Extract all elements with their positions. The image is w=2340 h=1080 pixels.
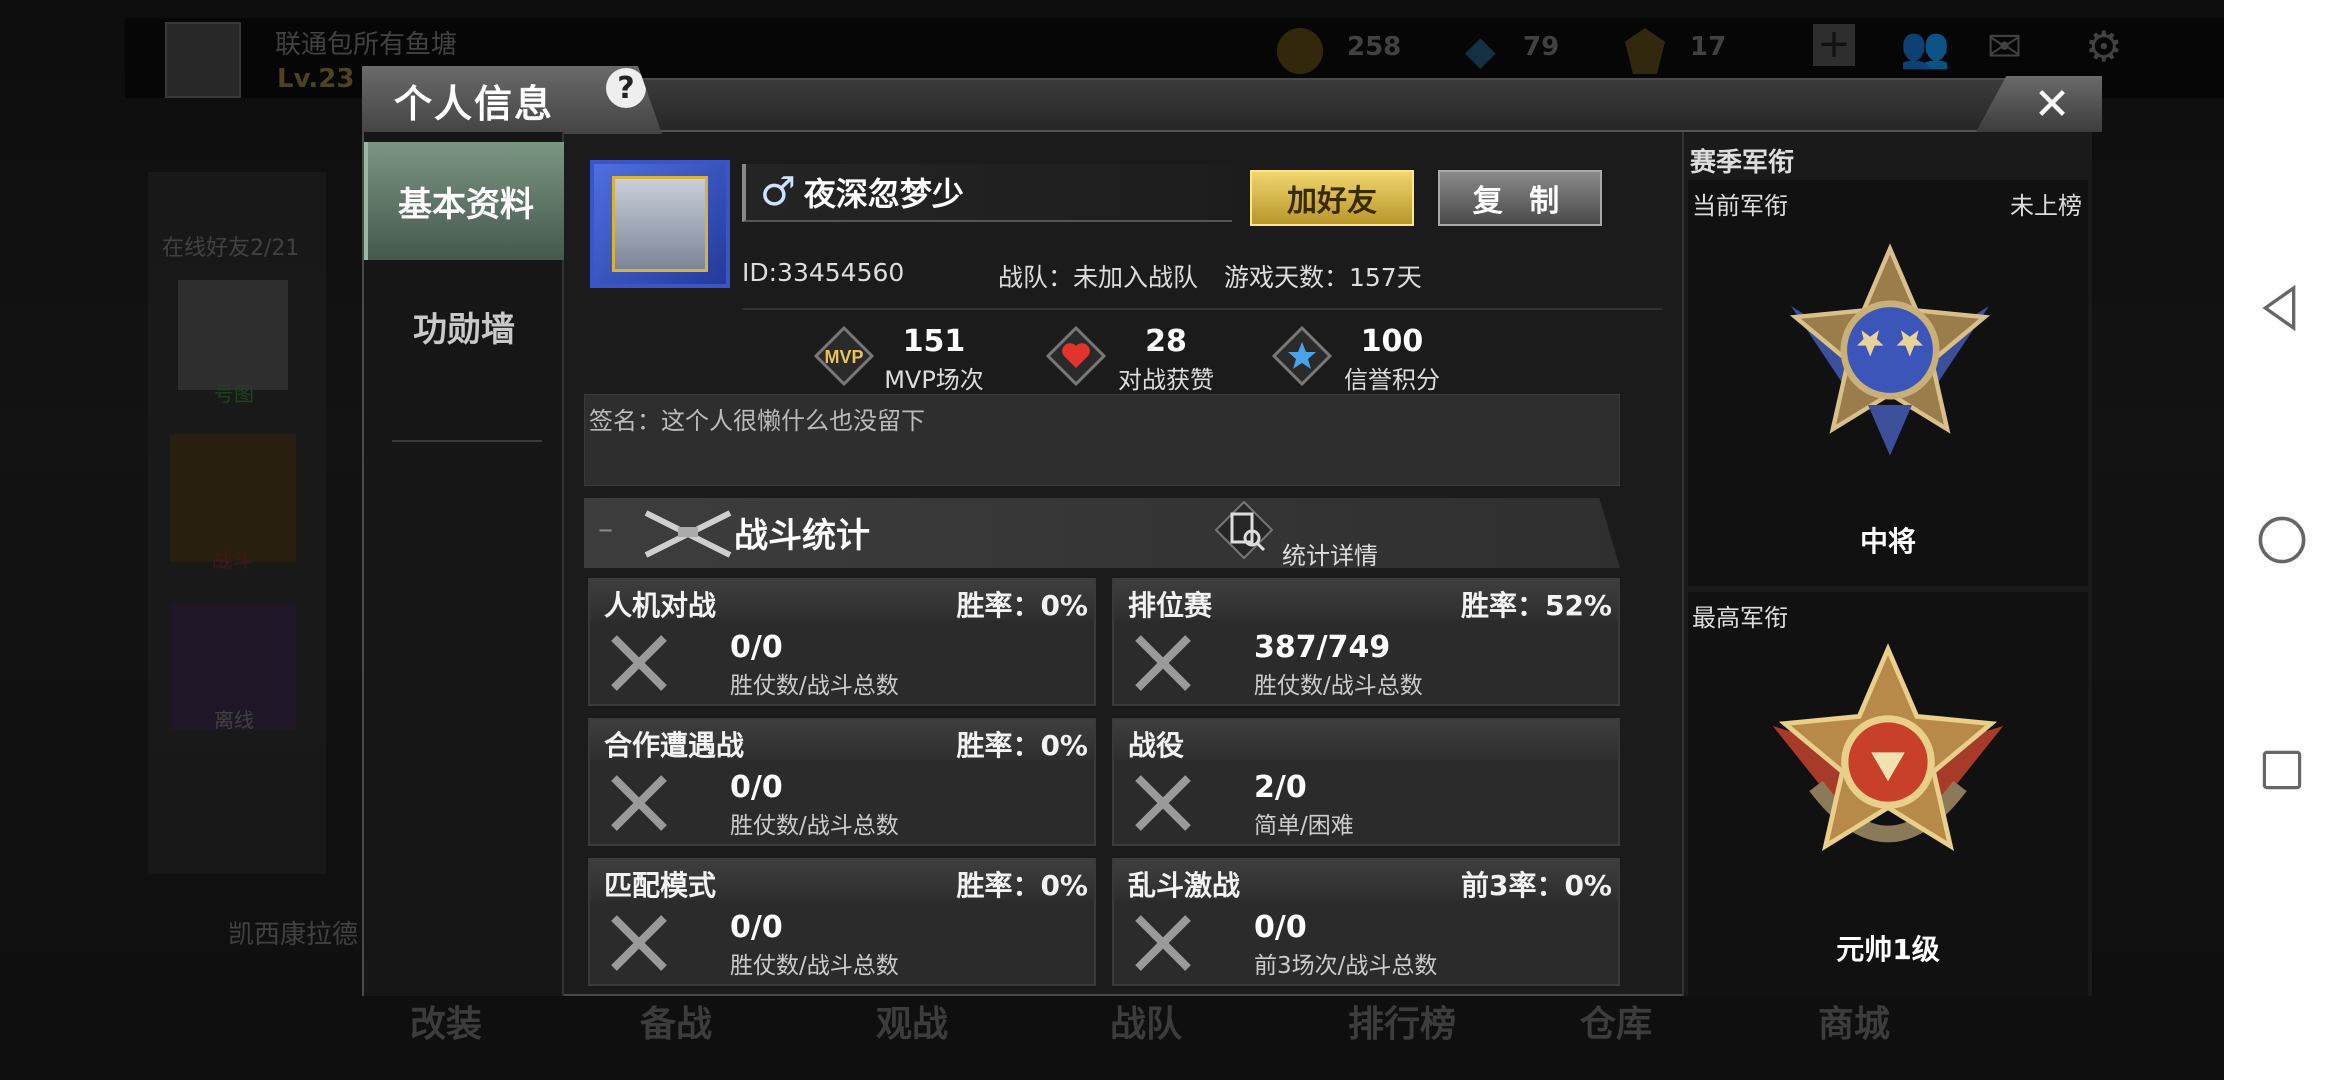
- signature-box: 签名：这个人很懒什么也没留下: [584, 394, 1620, 486]
- mode-card-ranked[interactable]: 排位赛 胜率：52% 387/749 胜仗数/战斗总数: [1112, 578, 1620, 706]
- mode-value: 387/749: [1254, 630, 1391, 665]
- mode-name: 匹配模式: [604, 869, 717, 902]
- mode-value: 0/0: [730, 630, 783, 665]
- mode-value-label: 胜仗数/战斗总数: [1254, 673, 1423, 699]
- back-triangle-icon: [2262, 284, 2296, 332]
- player-id: ID:33454560: [742, 258, 905, 287]
- mvp-stat: MVP 151 MVP场次: [812, 320, 1032, 394]
- info-divider: [742, 308, 1662, 310]
- home-button[interactable]: [2252, 510, 2312, 570]
- sidebar: 基本资料 功勋墙: [364, 132, 564, 996]
- recents-square-icon: [2262, 750, 2302, 790]
- mode-card-pve[interactable]: 人机对战 胜率：0% 0/0 胜仗数/战斗总数: [588, 578, 1096, 706]
- close-icon: ✕: [2033, 78, 2071, 130]
- team-info: 战队：未加入战队: [998, 263, 1199, 292]
- play-days: 游戏天数：157天: [1224, 263, 1422, 292]
- game-screen: 联通包所有鱼塘 Lv.23 258 ◆ 79 17 + 👥 ✉ ⚙ 在线好友2/…: [0, 0, 2224, 1080]
- mode-value-label: 胜仗数/战斗总数: [730, 953, 899, 979]
- likes-label: 对战获赞: [1118, 366, 1214, 394]
- marshal-badge-icon: [1772, 643, 2004, 852]
- mode-value: 0/0: [1254, 910, 1307, 945]
- heart-icon: [1045, 325, 1107, 387]
- highest-rank-box: 最高军衔 元帅1级: [1688, 592, 2088, 996]
- help-button[interactable]: ?: [606, 68, 646, 108]
- mode-name: 战役: [1128, 729, 1185, 762]
- mvp-count: 151: [902, 324, 966, 359]
- mode-value-label: 胜仗数/战斗总数: [730, 673, 899, 699]
- current-rank-box: 当前军衔 未上榜 中将: [1688, 180, 2088, 586]
- dialog-title-tab: 个人信息 ?: [362, 66, 662, 134]
- svg-text:MVP: MVP: [824, 347, 863, 367]
- rank-panel: 赛季军衔 当前军衔 未上榜 中将 最高军衔 元帅1级: [1682, 132, 2092, 996]
- crossed-swords-icon: [1135, 915, 1191, 971]
- top3-rate: 前3率：0%: [1460, 869, 1612, 902]
- rifles-icon: [644, 510, 732, 558]
- likes-count: 28: [1145, 324, 1187, 359]
- crossed-swords-icon: [611, 775, 667, 831]
- crossed-swords-icon: [611, 915, 667, 971]
- mode-name: 排位赛: [1128, 589, 1213, 622]
- mode-value: 0/0: [730, 770, 783, 805]
- profile-name: 夜深忽梦少: [803, 175, 964, 213]
- win-rate: 胜率：0%: [956, 589, 1088, 622]
- mode-value-label: 简单/困难: [1254, 813, 1354, 839]
- credit-stat: 100 信誉积分: [1270, 320, 1490, 394]
- credit-score: 100: [1360, 324, 1424, 359]
- tab-basic-info[interactable]: 基本资料: [364, 142, 564, 260]
- mode-card-brawl[interactable]: 乱斗激战 前3率：0% 0/0 前3场次/战斗总数: [1112, 858, 1620, 986]
- crossed-swords-icon: [1135, 775, 1191, 831]
- home-circle-icon: [2258, 516, 2306, 564]
- signature-text: 签名：这个人很懒什么也没留下: [589, 407, 925, 435]
- card-header: [1114, 720, 1618, 760]
- mvp-icon: MVP: [813, 325, 875, 387]
- mode-value: 0/0: [730, 910, 783, 945]
- male-icon: ♂: [760, 169, 796, 215]
- battle-stats-header: – 战斗统计 统计详情: [584, 498, 1620, 568]
- win-rate: 胜率：52%: [1460, 589, 1612, 622]
- mvp-label: MVP场次: [884, 366, 984, 394]
- win-rate: 胜率：0%: [956, 869, 1088, 902]
- mode-name: 乱斗激战: [1128, 869, 1241, 902]
- copy-button[interactable]: 复 制: [1438, 170, 1602, 226]
- season-rank-title: 赛季军衔: [1690, 148, 1795, 178]
- mode-value: 2/0: [1254, 770, 1307, 805]
- stats-detail-label: 统计详情: [1282, 542, 1378, 570]
- current-rank-status: 未上榜: [2010, 192, 2082, 220]
- star-icon: [1271, 325, 1333, 387]
- likes-stat: 28 对战获赞: [1044, 320, 1264, 394]
- battle-stats-title: 战斗统计: [734, 516, 870, 556]
- android-navigation-bar: [2224, 0, 2340, 1080]
- personal-info-dialog: 个人信息 ? ✕ 基本资料 功勋墙 ♂ 夜深忽梦少 加好友 复 制 ID:334…: [362, 66, 2102, 996]
- add-friend-button[interactable]: 加好友: [1250, 170, 1414, 226]
- crossed-swords-icon: [611, 635, 667, 691]
- mode-card-campaign[interactable]: 战役 2/0 简单/困难: [1112, 718, 1620, 846]
- current-rank-label: 当前军衔: [1692, 192, 1788, 220]
- profile-name-box: ♂ 夜深忽梦少: [742, 164, 1232, 222]
- tab-honor-wall[interactable]: 功勋墙: [364, 267, 564, 385]
- lieutenant-general-badge-icon: [1789, 243, 1991, 456]
- credit-label: 信誉积分: [1344, 366, 1440, 394]
- mode-card-match[interactable]: 匹配模式 胜率：0% 0/0 胜仗数/战斗总数: [588, 858, 1096, 986]
- profile-main: ♂ 夜深忽梦少 加好友 复 制 ID:33454560 战队：未加入战队 游戏天…: [564, 132, 1680, 996]
- win-rate: 胜率：0%: [956, 729, 1088, 762]
- dialog-title: 个人信息: [394, 81, 555, 126]
- avatar-portrait: [612, 176, 708, 272]
- collapse-dash: –: [598, 512, 613, 547]
- mode-value-label: 胜仗数/战斗总数: [730, 813, 899, 839]
- current-rank-name: 中将: [1859, 525, 1916, 558]
- mode-value-label: 前3场次/战斗总数: [1254, 953, 1438, 979]
- mode-name: 人机对战: [604, 589, 717, 622]
- stats-detail-button[interactable]: 统计详情: [1214, 498, 1474, 568]
- highest-rank-name: 元帅1级: [1836, 933, 1940, 966]
- crossed-swords-icon: [1135, 635, 1191, 691]
- mode-card-coop[interactable]: 合作遭遇战 胜率：0% 0/0 胜仗数/战斗总数: [588, 718, 1096, 846]
- recents-button[interactable]: [2252, 740, 2312, 800]
- sidebar-divider: [392, 440, 542, 442]
- mode-name: 合作遭遇战: [604, 729, 745, 762]
- profile-avatar[interactable]: [590, 160, 730, 288]
- highest-rank-label: 最高军衔: [1692, 604, 1788, 632]
- back-button[interactable]: [2252, 278, 2312, 338]
- document-search-icon: [1214, 500, 1274, 560]
